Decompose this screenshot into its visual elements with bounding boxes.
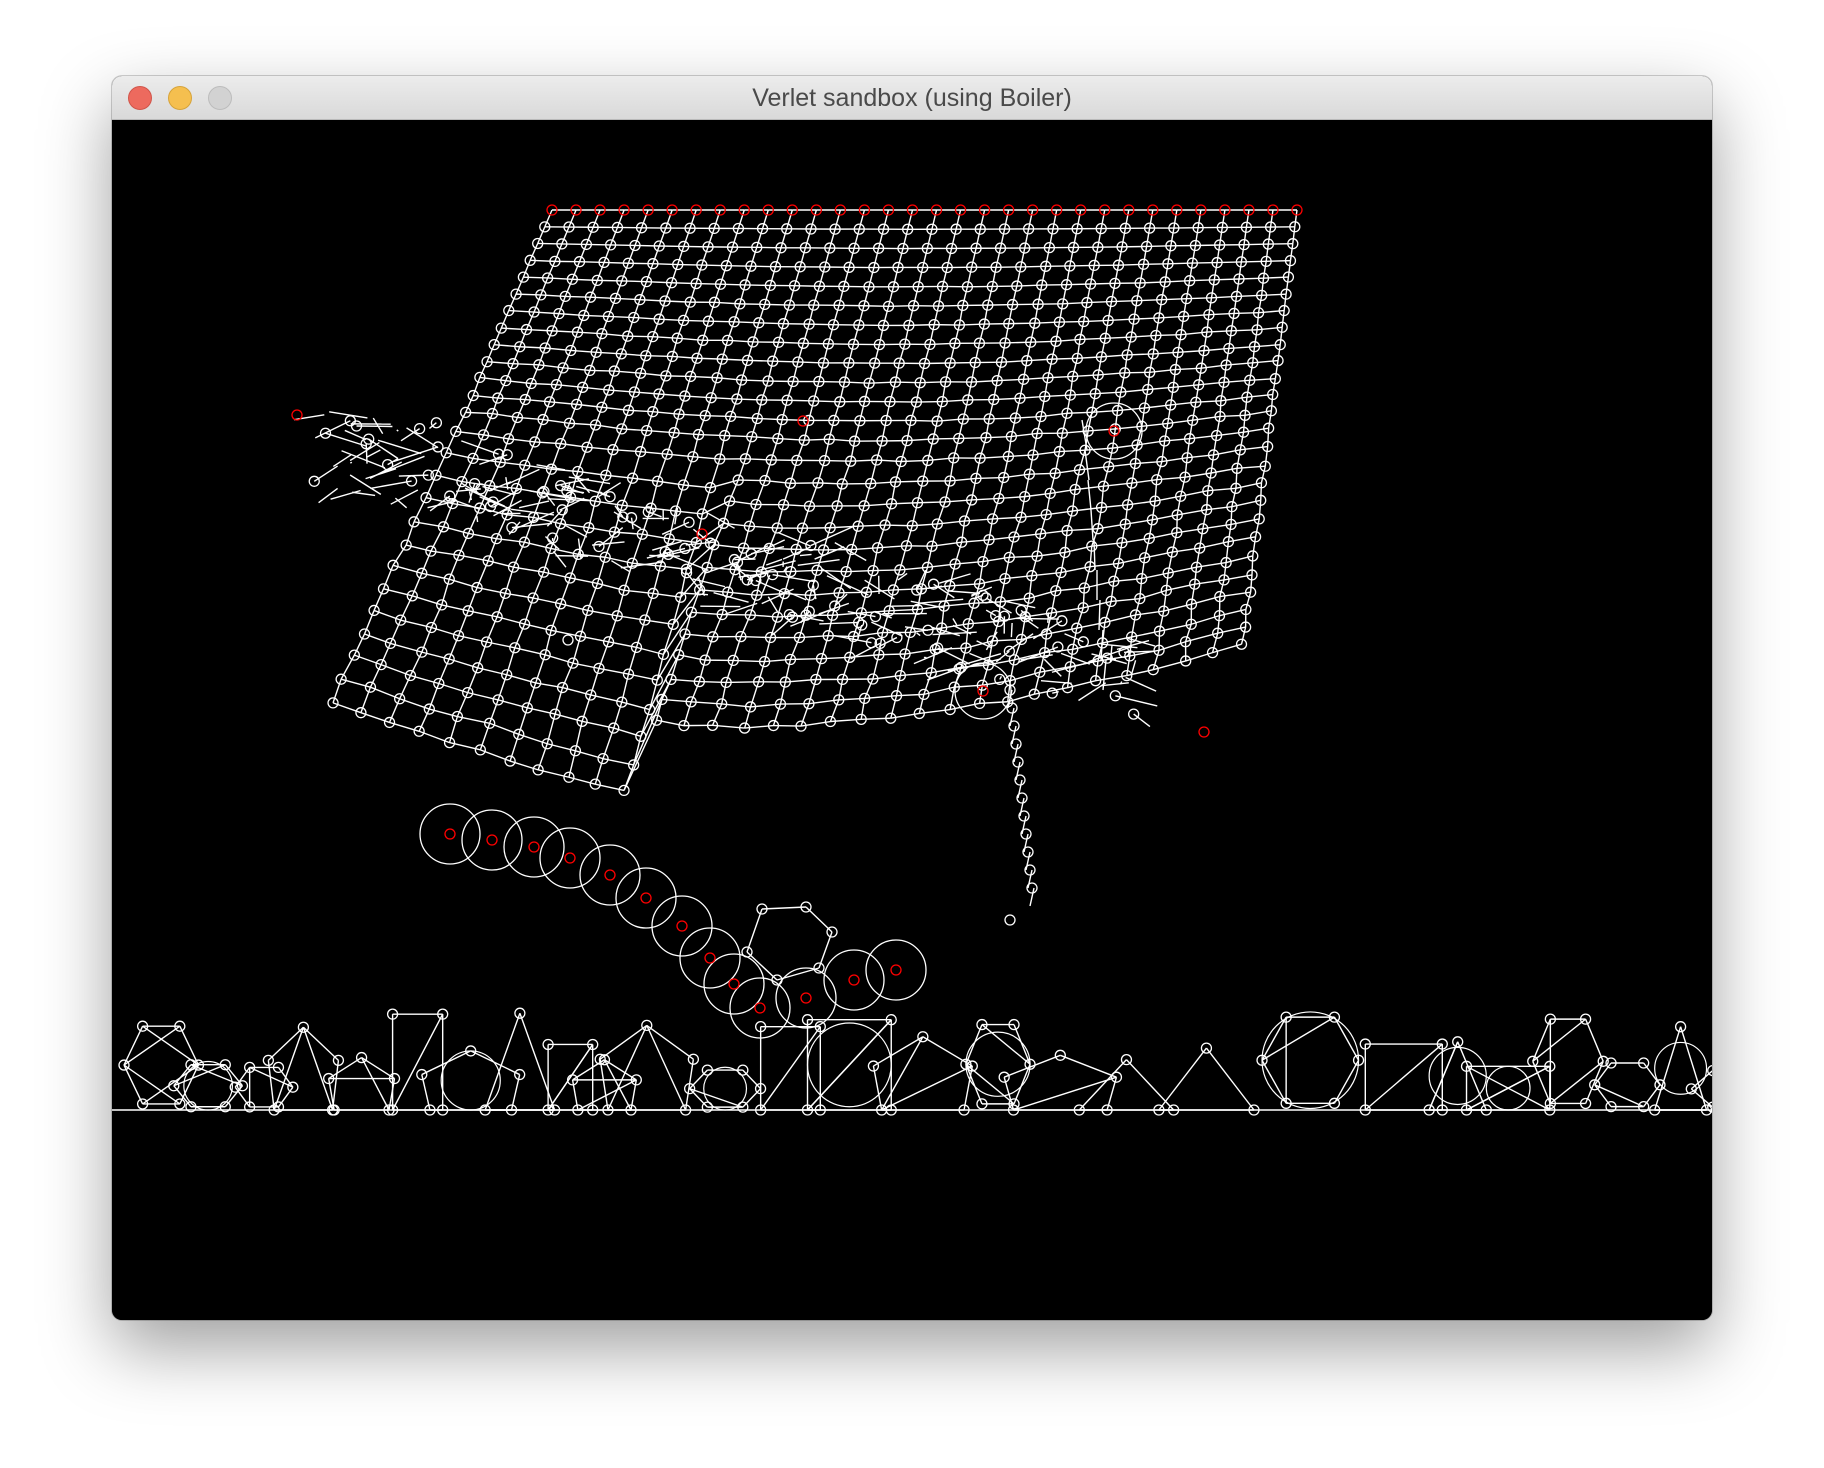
circle-chain [419, 803, 927, 1039]
simulation-viewport[interactable] [112, 120, 1712, 1320]
window-title: Verlet sandbox (using Boiler) [752, 84, 1072, 112]
verlet-canvas[interactable] [112, 120, 1712, 1320]
cloth-mesh [293, 209, 1301, 926]
title-bar[interactable]: Verlet sandbox (using Boiler) [112, 76, 1712, 120]
app-window: Verlet sandbox (using Boiler) [112, 76, 1712, 1320]
ground-shapes [112, 1007, 1712, 1116]
